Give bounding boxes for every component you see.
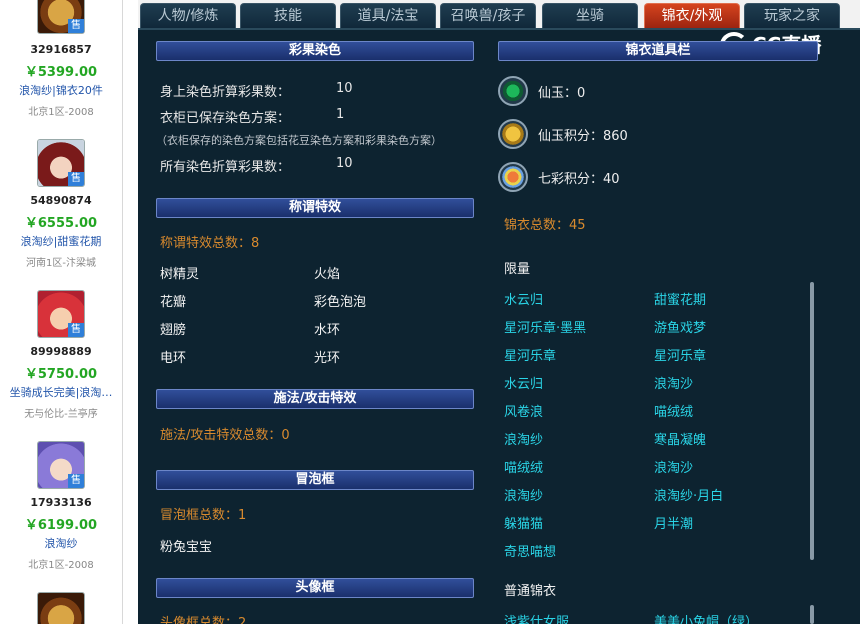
listing-server: 北京1区-2008 bbox=[28, 107, 94, 118]
title-effect-item: 电环 bbox=[160, 351, 187, 366]
sale-badge: 售 bbox=[68, 172, 84, 186]
limited-costume: 月半潮 bbox=[654, 517, 694, 532]
normal-costume: 浅紫仕女服 bbox=[504, 615, 570, 624]
listing-server: 无与伦比-兰亭序 bbox=[24, 409, 98, 420]
limited-label: 限量 bbox=[504, 262, 531, 277]
section-header-title-effects: 称谓特效 bbox=[156, 198, 474, 218]
listing-server: 北京1区-2008 bbox=[28, 560, 94, 571]
dye-note: （衣柜保存的染色方案包括花豆染色方案和彩果染色方案） bbox=[156, 134, 442, 147]
tab-summons[interactable]: 召唤兽/孩子 bbox=[440, 3, 536, 28]
limited-costume: 浪淘纱·月白 bbox=[654, 489, 724, 504]
title-effects-count: 称谓特效总数：8 bbox=[160, 236, 260, 251]
limited-costume: 喵绒绒 bbox=[504, 461, 544, 476]
bubble-frame-item: 粉兔宝宝 bbox=[160, 540, 213, 555]
avatar-frame-count: 头像框总数：2 bbox=[160, 616, 247, 624]
costume-total: 锦衣总数：45 bbox=[504, 218, 586, 233]
title-effect-item: 光环 bbox=[314, 351, 341, 366]
listing-price: ￥5750.00 bbox=[24, 367, 98, 382]
normal-scrollbar[interactable] bbox=[810, 605, 814, 624]
listing-id: 17933136 bbox=[30, 496, 92, 509]
limited-costume: 浪淘纱 bbox=[504, 433, 544, 448]
rainbow-points-icon bbox=[498, 162, 528, 192]
limited-costume: 甜蜜花期 bbox=[654, 293, 707, 308]
title-effect-item: 花瓣 bbox=[160, 295, 187, 310]
limited-costume: 躲猫猫 bbox=[504, 517, 544, 532]
costume-content: 彩果染色 身上染色折算彩果数： 10 衣柜已保存染色方案： 1 （衣柜保存的染色… bbox=[138, 30, 860, 624]
normal-costume-label: 普通锦衣 bbox=[504, 584, 557, 599]
jade-points-icon bbox=[498, 119, 528, 149]
listing-price: ￥6555.00 bbox=[24, 216, 98, 231]
dye-total-row: 所有染色折算彩果数： 10 bbox=[160, 156, 353, 175]
limited-costume: 寒晶凝魄 bbox=[654, 433, 707, 448]
listing-id: 54890874 bbox=[30, 194, 92, 207]
limited-scrollbar[interactable] bbox=[810, 282, 814, 560]
listing-server: 河南1区-汴梁城 bbox=[26, 258, 96, 269]
section-header-bubble-frame: 冒泡框 bbox=[156, 470, 474, 490]
listing-avatar[interactable]: 售 bbox=[37, 441, 85, 489]
game-panel: 人物/修炼 技能 道具/法宝 召唤兽/孩子 坐骑 锦衣/外观 玩家之家 CC直播… bbox=[138, 0, 860, 624]
limited-costume: 星河乐章·墨黑 bbox=[504, 321, 587, 336]
bubble-frame-count: 冒泡框总数：1 bbox=[160, 508, 247, 523]
limited-costume: 浪淘沙 bbox=[654, 377, 694, 392]
column-divider bbox=[122, 0, 138, 624]
tab-home[interactable]: 玩家之家 bbox=[744, 3, 840, 28]
limited-costume: 星河乐章 bbox=[504, 349, 557, 364]
title-effect-item: 火焰 bbox=[314, 267, 341, 282]
tab-skills[interactable]: 技能 bbox=[240, 3, 336, 28]
title-effect-item: 彩色泡泡 bbox=[314, 295, 367, 310]
listing-avatar[interactable]: 售 bbox=[37, 0, 85, 34]
tab-mounts[interactable]: 坐骑 bbox=[542, 3, 638, 28]
title-effect-item: 水环 bbox=[314, 323, 341, 338]
title-effect-item: 树精灵 bbox=[160, 267, 200, 282]
sale-badge: 售 bbox=[68, 19, 84, 33]
section-header-props: 锦衣道具栏 bbox=[498, 41, 818, 61]
limited-costume: 喵绒绒 bbox=[654, 405, 694, 420]
dye-saved-row: 衣柜已保存染色方案： 1 bbox=[160, 107, 345, 126]
listing-id: 89998889 bbox=[30, 345, 92, 358]
listing-id: 32916857 bbox=[30, 43, 92, 56]
limited-costume: 星河乐章 bbox=[654, 349, 707, 364]
tab-character[interactable]: 人物/修炼 bbox=[140, 3, 236, 28]
sale-badge: 售 bbox=[68, 474, 84, 488]
limited-costume: 游鱼戏梦 bbox=[654, 321, 707, 336]
listing-column: 售 32916857 ￥5399.00 浪淘纱|锦衣20件 北京1区-2008 … bbox=[0, 0, 122, 624]
jade-icon bbox=[498, 76, 528, 106]
listing-avatar[interactable] bbox=[37, 592, 85, 624]
limited-costume: 水云归 bbox=[504, 377, 544, 392]
title-effect-item: 翅膀 bbox=[160, 323, 187, 338]
listing-title[interactable]: 坐骑成长完美|浪淘… bbox=[0, 384, 122, 400]
section-header-dye: 彩果染色 bbox=[156, 41, 474, 61]
tab-costumes[interactable]: 锦衣/外观 bbox=[644, 3, 740, 28]
listing-price: ￥6199.00 bbox=[24, 518, 98, 533]
section-header-cast-effects: 施法/攻击特效 bbox=[156, 389, 474, 409]
section-header-avatar-frame: 头像框 bbox=[156, 578, 474, 598]
listing-title[interactable]: 浪淘纱|甜蜜花期 bbox=[0, 233, 122, 249]
limited-costume: 浪淘纱 bbox=[504, 489, 544, 504]
cast-effects-count: 施法/攻击特效总数：0 bbox=[160, 428, 290, 443]
dye-worn-row: 身上染色折算彩果数： 10 bbox=[160, 81, 353, 100]
tab-bar: 人物/修炼 技能 道具/法宝 召唤兽/孩子 坐骑 锦衣/外观 玩家之家 bbox=[138, 0, 860, 30]
jade-points: 仙玉积分：860 bbox=[538, 129, 628, 144]
rainbow-points: 七彩积分：40 bbox=[538, 172, 620, 187]
tab-items[interactable]: 道具/法宝 bbox=[340, 3, 436, 28]
listing-avatar[interactable]: 售 bbox=[37, 290, 85, 338]
limited-costume: 浪淘沙 bbox=[654, 461, 694, 476]
limited-costume: 风卷浪 bbox=[504, 405, 544, 420]
listing-price: ￥5399.00 bbox=[24, 65, 98, 80]
limited-costume: 水云归 bbox=[504, 293, 544, 308]
normal-costume: 美美小兔帽（绿） bbox=[654, 615, 759, 624]
jade-count: 仙玉：0 bbox=[538, 86, 586, 101]
listing-title[interactable]: 浪淘纱 bbox=[0, 535, 122, 551]
listing-avatar[interactable]: 售 bbox=[37, 139, 85, 187]
sale-badge: 售 bbox=[68, 323, 84, 337]
limited-costume: 奇思喵想 bbox=[504, 545, 557, 560]
listing-title[interactable]: 浪淘纱|锦衣20件 bbox=[0, 82, 122, 98]
